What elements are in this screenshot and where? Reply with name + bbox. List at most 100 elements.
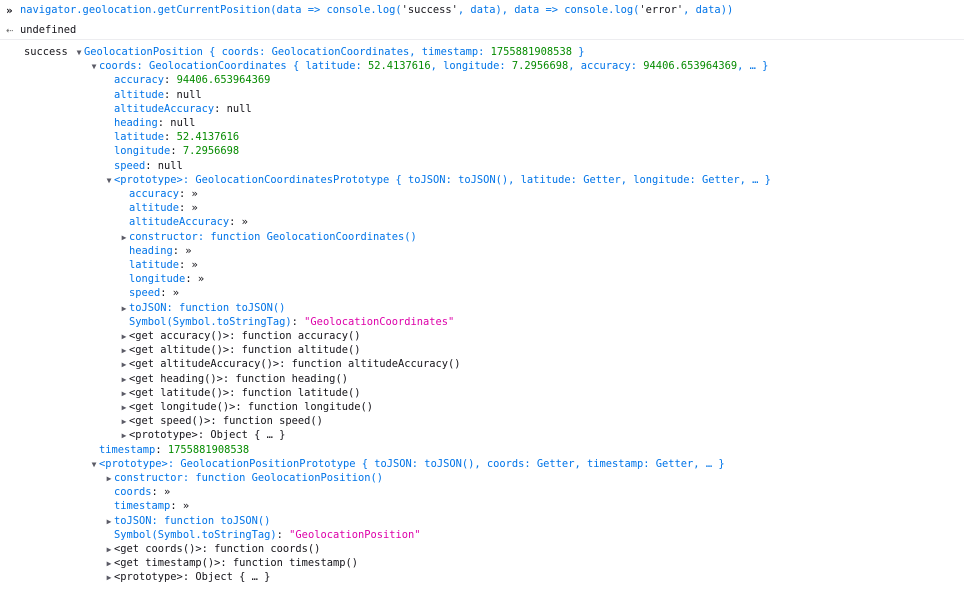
tree-row[interactable]: ▶ <get altitudeAccuracy()>: function alti…: [119, 357, 461, 371]
tree-row: speed: null: [104, 159, 183, 173]
tree-row[interactable]: ▶ constructor: function GeolocationCoordi…: [119, 230, 417, 244]
tree-row[interactable]: ▶ constructor: function GeolocationPositi…: [104, 471, 383, 485]
tree-token: 1755881908538: [490, 46, 572, 58]
collapsed-triangle-icon[interactable]: ▶: [104, 515, 114, 529]
collapsed-triangle-icon[interactable]: ▶: [119, 401, 129, 415]
code-token: navigator.geolocation.getCurrentPosition…: [20, 4, 308, 16]
expanded-triangle-icon[interactable]: ▼: [89, 60, 99, 74]
tree-token: 7.2956698: [511, 60, 569, 73]
expanded-triangle-icon[interactable]: ▼: [89, 458, 99, 472]
tree-row[interactable]: ▶ <prototype>: Object { … }: [119, 428, 286, 443]
tree-token: GeolocationPosition { coords: Geolocatio…: [84, 46, 491, 58]
tree-token: <get altitude()>: function altitude(): [129, 344, 361, 357]
tree-token: : »: [185, 273, 205, 286]
tree-token: , … }: [737, 60, 769, 73]
tree-row[interactable]: ▶ <get speed()>: function speed(): [119, 414, 323, 428]
tree-row[interactable]: ▶ <get latitude()>: function latitude(): [119, 386, 361, 401]
tree-row[interactable]: ▼ coords: GeolocationCoordinates { latitu…: [89, 59, 769, 74]
tree-token: accuracy: [129, 188, 180, 200]
tree-row[interactable]: ▶ toJSON: function toJSON(): [104, 514, 271, 529]
tree-token: : »: [229, 216, 248, 229]
collapsed-triangle-icon[interactable]: ▶: [104, 571, 114, 585]
tree-token: <get timestamp()>: function timestamp(): [114, 557, 358, 570]
tree-row[interactable]: ▼ GeolocationPosition { coords: Geolocati…: [74, 45, 585, 60]
tree-row: longitude: »: [119, 272, 204, 286]
tree-token: Symbol(Symbol.toStringTag): [114, 528, 277, 541]
console-result-entry: ⇠ undefined: [0, 20, 964, 40]
collapsed-triangle-icon[interactable]: ▶: [119, 231, 129, 245]
tree-token: : »: [160, 287, 180, 300]
tree-token: altitude: [114, 88, 165, 101]
tree-token: "GeolocationPosition": [289, 528, 421, 541]
tree-row: altitude: »: [119, 201, 198, 215]
tree-token: timestamp: [99, 443, 156, 456]
tree-token: : null: [214, 102, 252, 115]
expanded-triangle-icon[interactable]: ▼: [104, 174, 114, 188]
tree-row[interactable]: ▶ <get accuracy()>: function accuracy(): [119, 329, 361, 344]
tree-token: : null: [164, 88, 202, 101]
console-input-entry[interactable]: » navigator.geolocation.getCurrentPositi…: [0, 0, 964, 20]
tree-token: : »: [179, 259, 198, 271]
tree-token: : »: [151, 486, 171, 499]
tree-token: speed: [114, 159, 146, 172]
tree-token: : »: [170, 500, 190, 513]
collapsed-triangle-icon[interactable]: ▶: [119, 302, 129, 316]
tree-row: timestamp: »: [104, 499, 189, 513]
tree-token: : null: [157, 117, 196, 129]
tree-row[interactable]: ▶ <get timestamp()>: function timestamp(): [104, 556, 358, 570]
collapsed-triangle-icon[interactable]: ▶: [119, 415, 129, 429]
tree-token: : function toJSON(): [166, 301, 286, 314]
collapsed-triangle-icon[interactable]: ▶: [119, 344, 129, 358]
tree-token: : null: [145, 159, 183, 172]
input-code[interactable]: navigator.geolocation.getCurrentPosition…: [20, 4, 733, 16]
tree-row[interactable]: ▼ <prototype>: GeolocationPositionPrototy…: [89, 457, 725, 471]
expanded-triangle-icon[interactable]: ▼: [74, 46, 84, 60]
collapsed-triangle-icon[interactable]: ▶: [119, 387, 129, 401]
code-token: console.log(: [320, 4, 402, 16]
tree-row: latitude: 52.4137616: [104, 130, 239, 144]
tree-token: :: [291, 315, 305, 328]
tree-row: timestamp: 1755881908538: [89, 443, 249, 457]
tree-row[interactable]: ▶ <prototype>: Object { … }: [104, 570, 271, 585]
tree-token: }: [571, 46, 585, 58]
collapsed-triangle-icon[interactable]: ▶: [119, 330, 129, 344]
tree-row[interactable]: ▶ <get altitude()>: function altitude(): [119, 343, 361, 358]
tree-token: 94406.653964369: [176, 74, 271, 87]
collapsed-triangle-icon[interactable]: ▶: [119, 429, 129, 443]
tree-token: constructor: [114, 472, 183, 484]
tree-token: altitudeAccuracy: [129, 216, 230, 229]
tree-token: : GeolocationCoordinates { latitude:: [136, 60, 369, 73]
tree-token: : GeolocationPositionPrototype { toJSON:…: [167, 457, 725, 470]
tree-token: latitude: [129, 259, 180, 271]
tree-row[interactable]: ▼ <prototype>: GeolocationCoordinatesProt…: [104, 173, 771, 187]
collapsed-triangle-icon[interactable]: ▶: [104, 557, 114, 571]
tree-token: speed: [129, 287, 161, 300]
tree-token: "GeolocationCoordinates": [304, 315, 455, 328]
tree-row: altitude: null: [104, 88, 202, 102]
tree-row: heading: null: [104, 116, 195, 130]
code-token: =>: [307, 4, 321, 16]
tree-token: : »: [179, 188, 198, 200]
tree-token: <get speed()>: function speed(): [129, 415, 323, 428]
log-label: success: [24, 46, 68, 58]
tree-token: latitude: [114, 131, 165, 144]
tree-token: <prototype>: [114, 173, 183, 186]
tree-row[interactable]: ▶ toJSON: function toJSON(): [119, 301, 286, 316]
collapsed-triangle-icon[interactable]: ▶: [119, 358, 129, 372]
tree-token: longitude: [114, 145, 171, 158]
tree-row[interactable]: ▶ <get heading()>: function heading(): [119, 372, 348, 386]
tree-token: <get latitude()>: function latitude(): [129, 386, 361, 399]
tree-token: timestamp: [114, 500, 171, 513]
tree-token: : GeolocationCoordinatesPrototype { toJS…: [182, 173, 771, 186]
tree-row: speed: »: [119, 286, 179, 300]
tree-token: <get heading()>: function heading(): [129, 372, 348, 385]
tree-row[interactable]: ▶ <get longitude()>: function longitude(): [119, 400, 373, 414]
tree-token: accuracy: [114, 74, 165, 87]
code-token: console.log(: [558, 4, 640, 16]
collapsed-triangle-icon[interactable]: ▶: [104, 543, 114, 557]
code-token: 'success': [401, 4, 458, 16]
collapsed-triangle-icon[interactable]: ▶: [104, 472, 114, 486]
tree-row: altitudeAccuracy: null: [104, 102, 252, 116]
tree-row[interactable]: ▶ <get coords()>: function coords(): [104, 542, 321, 557]
collapsed-triangle-icon[interactable]: ▶: [119, 373, 129, 387]
